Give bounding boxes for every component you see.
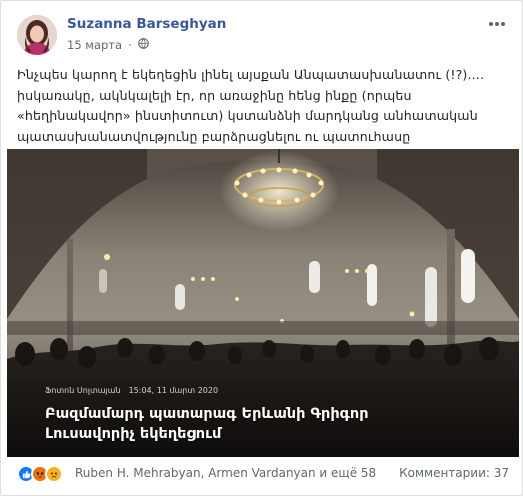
author-name[interactable]: Suzanna Barseghyan [67,16,226,32]
photo-credit: Ֆոտոն Սոլտայան 15:04, 11 մարտ 2020 [45,386,218,395]
globe-icon[interactable] [137,38,149,52]
reactors-text[interactable]: Ruben H. Mehrabyan, Armen Vardanyan и ещ… [75,466,376,480]
meta-separator: · [128,38,132,52]
avatar[interactable] [17,15,57,55]
photo-caption: Բազմամարդ պատարագ Երևանի Գրիգոր Լուսավոր… [45,406,369,442]
sad-icon [45,465,63,483]
post-card: Suzanna Barseghyan 15 марта · Ինչպես կար… [0,0,523,496]
post-header: Suzanna Barseghyan 15 марта · [17,15,509,55]
post-date[interactable]: 15 марта [67,38,122,52]
photo-credit-name: Ֆոտոն Սոլտայան [45,386,121,395]
comments-count[interactable]: Комментарии: 37 [399,466,509,480]
photo-credit-date: 15:04, 11 մարտ 2020 [128,386,219,395]
reactions[interactable] [17,465,63,483]
post-meta: 15 марта · [67,38,149,52]
ellipsis-icon[interactable] [485,13,509,33]
post-photo[interactable]: Ֆոտոն Սոլտայան 15:04, 11 մարտ 2020 Բազմա… [7,149,519,457]
post-footer: Ruben H. Mehrabyan, Armen Vardanyan и ещ… [17,463,509,485]
